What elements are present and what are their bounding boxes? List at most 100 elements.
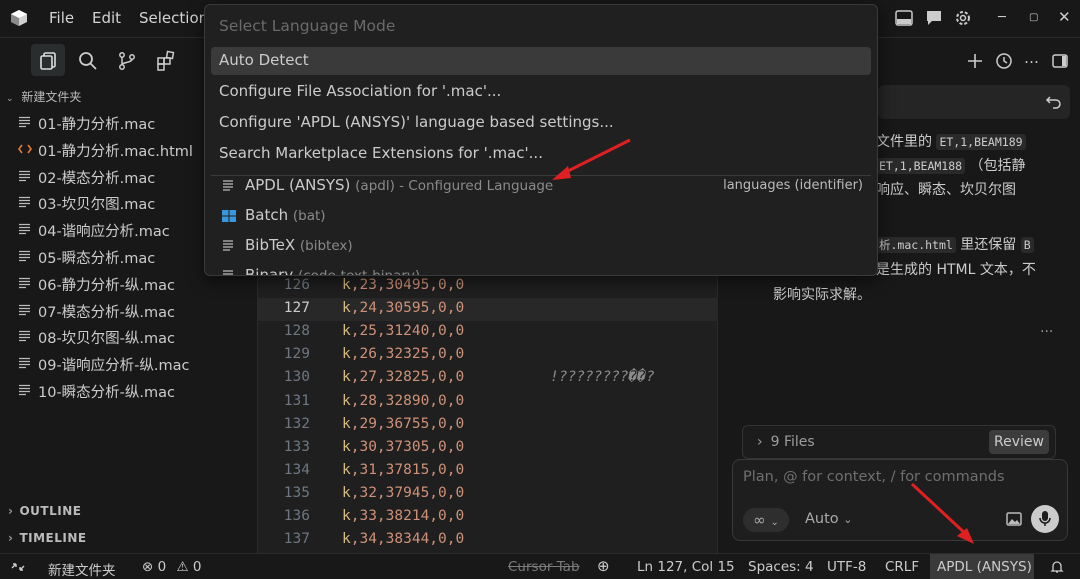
chevron-right-icon: › xyxy=(8,531,14,545)
undo-icon[interactable] xyxy=(1044,93,1062,111)
code-line[interactable]: 132 k,29,36755,0,0 xyxy=(258,414,718,437)
outline-section[interactable]: › OUTLINE xyxy=(8,504,81,518)
code-line[interactable]: 126 k,23,30495,0,0 xyxy=(258,275,718,298)
review-button[interactable]: Review xyxy=(989,430,1049,454)
chat-line: 析.mac.html 里还保留 B xyxy=(876,234,1034,254)
lines-icon xyxy=(19,358,30,369)
toggle-panel-icon[interactable] xyxy=(1051,52,1069,70)
bell-icon[interactable] xyxy=(1049,559,1065,575)
encoding[interactable]: UTF-8 xyxy=(827,559,866,575)
error-icon: ⊗ xyxy=(142,559,154,575)
language-batch[interactable]: Batch (bat) xyxy=(211,202,871,230)
gear-icon[interactable] xyxy=(953,8,973,28)
lines-icon xyxy=(19,250,30,262)
code-line[interactable]: 130 k,27,32825,0,0 !????????��? xyxy=(258,367,718,390)
code-line[interactable]: 134 k,31,37815,0,0 xyxy=(258,460,718,483)
file-name: 05-瞬态分析.mac xyxy=(38,251,156,267)
chat-line: 影响实际求解。 xyxy=(773,287,871,303)
option-configure-file-association[interactable]: Configure File Association for '.mac'... xyxy=(211,78,871,106)
close-icon[interactable]: ✕ xyxy=(1058,8,1071,26)
line-number: 129 xyxy=(283,346,310,363)
image-icon[interactable] xyxy=(1005,510,1023,528)
language-mode-button[interactable]: APDL (ANSYS) xyxy=(930,554,1034,579)
zoom-icon[interactable]: ⊕ xyxy=(597,557,610,575)
option-auto-detect[interactable]: Auto Detect xyxy=(211,47,871,75)
lines-icon xyxy=(223,240,233,251)
file-item[interactable]: 08-坎贝尔图-纵.mac xyxy=(0,324,258,350)
code-line[interactable]: 137 k,34,38344,0,0 xyxy=(258,529,718,552)
lines-icon xyxy=(19,277,30,288)
more-icon[interactable]: … xyxy=(1024,49,1042,67)
history-icon[interactable] xyxy=(995,52,1013,70)
chat-bubble-icon[interactable] xyxy=(924,8,944,28)
code-line[interactable]: 133 k,30,37305,0,0 xyxy=(258,437,718,460)
file-name: 07-模态分析-纵.mac xyxy=(38,304,176,321)
line-number: 133 xyxy=(283,438,310,455)
minimize-icon[interactable]: ─ xyxy=(998,10,1006,25)
language-search[interactable] xyxy=(211,11,871,41)
annotation-arrow xyxy=(552,138,631,180)
problems-indicator[interactable]: ⊗ 0 ⚠ 0 xyxy=(142,559,202,575)
maximize-icon[interactable]: ▢ xyxy=(1029,12,1038,23)
layout-panel-icon[interactable] xyxy=(894,8,914,28)
line-number: 132 xyxy=(283,415,310,432)
changed-files-bar[interactable]: › 9 Files Review xyxy=(742,425,1056,459)
message-more-icon[interactable]: ... xyxy=(1040,320,1053,336)
lines-icon xyxy=(19,331,30,342)
files-icon[interactable] xyxy=(38,50,60,72)
line-content: k,23,30495,0,0 xyxy=(342,277,465,293)
lines-icon xyxy=(223,180,233,191)
app-window: File Edit Selection ─ ▢ ✕ ⌄ 新建文件夹 01-静力分… xyxy=(0,0,1080,579)
line-number: 134 xyxy=(283,461,310,478)
code-line[interactable]: 131 k,28,32890,0,0 xyxy=(258,391,718,414)
code-line[interactable]: 136 k,33,38214,0,0 xyxy=(258,506,718,529)
code-line[interactable]: 128 k,25,31240,0,0 xyxy=(258,321,718,344)
line-content: k,24,30595,0,0 xyxy=(342,300,465,317)
language-search-input[interactable] xyxy=(211,11,871,41)
chat-line: 响应、瞬态、坎贝尔图 xyxy=(876,182,1016,198)
indentation[interactable]: Spaces: 4 xyxy=(748,559,814,575)
timeline-label: TIMELINE xyxy=(19,531,87,545)
cursor-logo-icon xyxy=(11,10,27,26)
remote-icon[interactable] xyxy=(10,559,26,575)
timeline-section[interactable]: › TIMELINE xyxy=(8,531,87,545)
file-name: 06-静力分析-纵.mac xyxy=(38,277,176,294)
folder-name: 新建文件夹 xyxy=(21,90,82,104)
file-item[interactable]: 10-瞬态分析-纵.mac xyxy=(0,378,258,404)
line-number: 128 xyxy=(283,323,310,340)
line-content: k,25,31240,0,0 xyxy=(342,323,465,340)
file-name: 03-坎贝尔图.mac xyxy=(38,197,156,214)
code-line[interactable]: 127 k,24,30595,0,0 xyxy=(258,298,718,322)
cursor-tab-status[interactable]: Cursor Tab xyxy=(508,559,580,575)
line-ending[interactable]: CRLF xyxy=(885,559,919,575)
cursor-position[interactable]: Ln 127, Col 15 xyxy=(637,559,735,575)
file-item[interactable]: 07-模态分析-纵.mac xyxy=(0,298,258,324)
line-number: 130 xyxy=(283,369,310,386)
status-folder[interactable]: 新建文件夹 xyxy=(48,559,116,579)
file-item[interactable]: 09-谐响应分析-纵.mac xyxy=(0,351,258,377)
annotation-arrow xyxy=(910,482,974,544)
search-icon[interactable] xyxy=(77,50,99,72)
model-selector[interactable]: Auto ⌄ xyxy=(805,511,853,527)
plus-icon[interactable] xyxy=(966,52,984,70)
menu-file[interactable]: File xyxy=(49,9,74,27)
line-content: k,26,32325,0,0 xyxy=(342,346,465,363)
files-count: › 9 Files xyxy=(757,434,815,450)
folder-header[interactable]: ⌄ 新建文件夹 xyxy=(6,88,81,105)
code-line[interactable]: 135 k,32,37945,0,0 xyxy=(258,483,718,506)
menu-edit[interactable]: Edit xyxy=(92,9,121,27)
language-binary[interactable]: Binary (code-text-binary) xyxy=(211,262,871,275)
chevron-right-icon: › xyxy=(8,504,14,518)
menu-selection[interactable]: Selection xyxy=(139,9,208,27)
message-box xyxy=(878,85,1070,119)
chevron-down-icon: ⌄ xyxy=(6,94,14,104)
microphone-icon xyxy=(1039,511,1051,526)
extensions-icon[interactable] xyxy=(155,50,177,72)
microphone-button[interactable] xyxy=(1031,505,1059,533)
source-control-icon[interactable] xyxy=(116,50,138,72)
language-bibtex[interactable]: BibTeX (bibtex) xyxy=(211,232,871,260)
code-line[interactable]: 129 k,26,32325,0,0 xyxy=(258,344,718,367)
line-content: k,29,36755,0,0 xyxy=(342,415,465,432)
agent-mode-button[interactable]: ∞ ⌄ xyxy=(743,508,789,532)
line-content: k,32,37945,0,0 xyxy=(342,484,465,501)
